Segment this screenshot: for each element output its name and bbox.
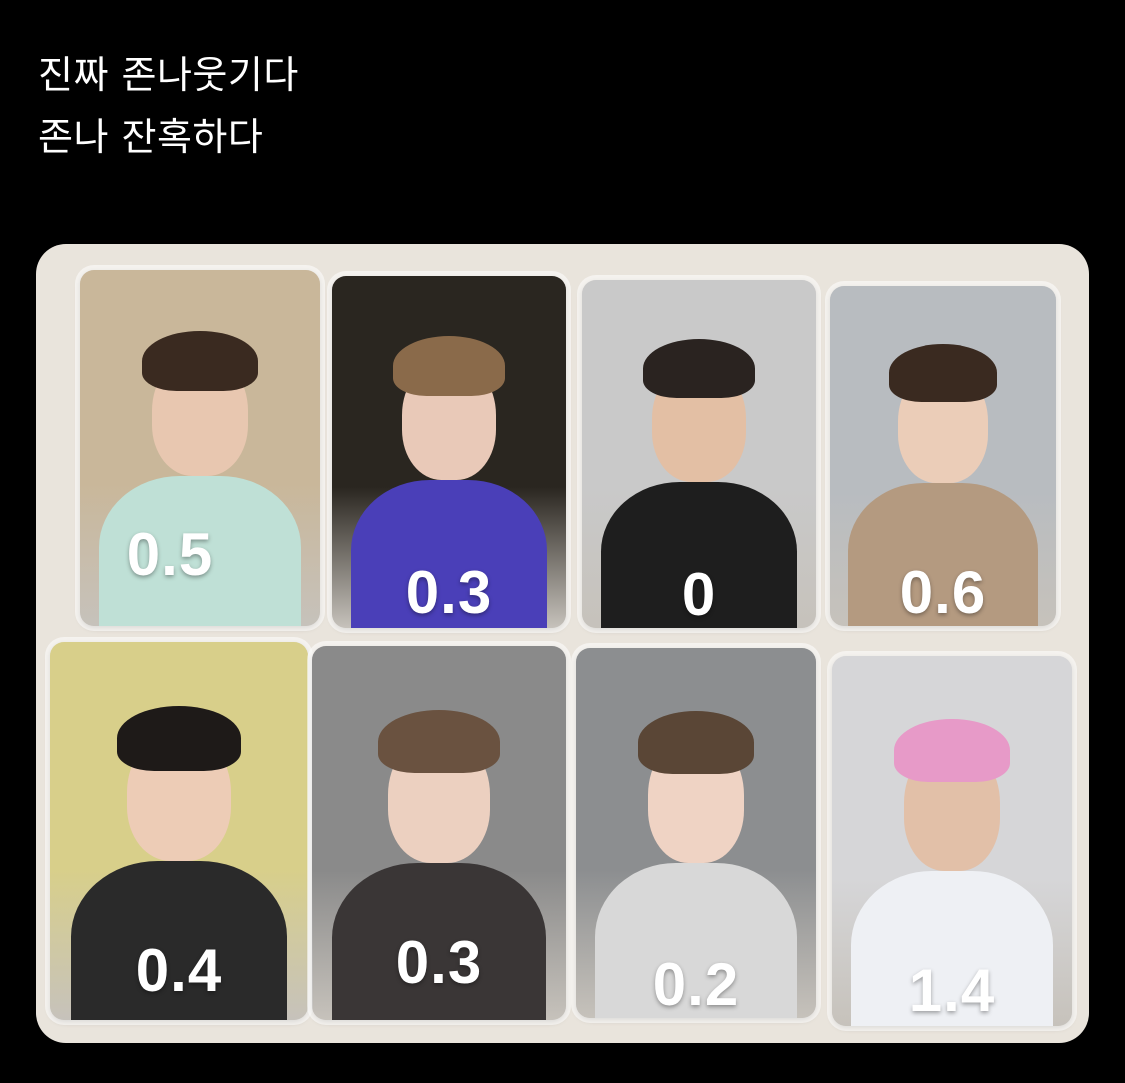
rating-label: 0.3 xyxy=(395,929,483,996)
figure-hair xyxy=(642,339,756,399)
caption-line-1: 진짜 존나웃기다 xyxy=(38,53,299,97)
photocard-6: 0.3 xyxy=(312,646,566,1020)
post-photo[interactable]: 0.5 0.3 0 0.6 0.4 0.3 0.2 1.4 xyxy=(36,244,1089,1043)
rating-label: 0.5 xyxy=(126,521,214,588)
photocard-8: 1.4 xyxy=(832,656,1072,1026)
rating-label: 0 xyxy=(681,561,717,628)
photocard-2: 0.3 xyxy=(332,276,566,628)
rating-label: 0.2 xyxy=(652,951,740,1018)
photocard-5: 0.4 xyxy=(50,642,308,1020)
figure-hair xyxy=(638,710,754,774)
caption-line-2: 존나 잔혹하다 xyxy=(38,115,264,159)
rating-label: 0.3 xyxy=(405,559,493,626)
figure-hair xyxy=(894,718,1010,782)
rating-label: 0.6 xyxy=(899,559,987,626)
photocard-1: 0.5 xyxy=(80,270,320,626)
rating-label: 0.4 xyxy=(135,937,223,1004)
figure-hair xyxy=(888,343,998,402)
figure-hair xyxy=(117,706,241,771)
photocard-7: 0.2 xyxy=(576,648,816,1018)
post-caption: 진짜 존나웃기다 존나 잔혹하다 xyxy=(38,44,299,168)
figure-hair xyxy=(142,330,258,392)
figure-hair xyxy=(378,709,500,774)
rating-label: 1.4 xyxy=(908,957,996,1024)
photocard-4: 0.6 xyxy=(830,286,1056,626)
figure-hair xyxy=(392,335,506,396)
photocard-3: 0 xyxy=(582,280,816,628)
post: 진짜 존나웃기다 존나 잔혹하다 0.5 0.3 0 0.6 0.4 0.3 0… xyxy=(0,0,1125,1083)
